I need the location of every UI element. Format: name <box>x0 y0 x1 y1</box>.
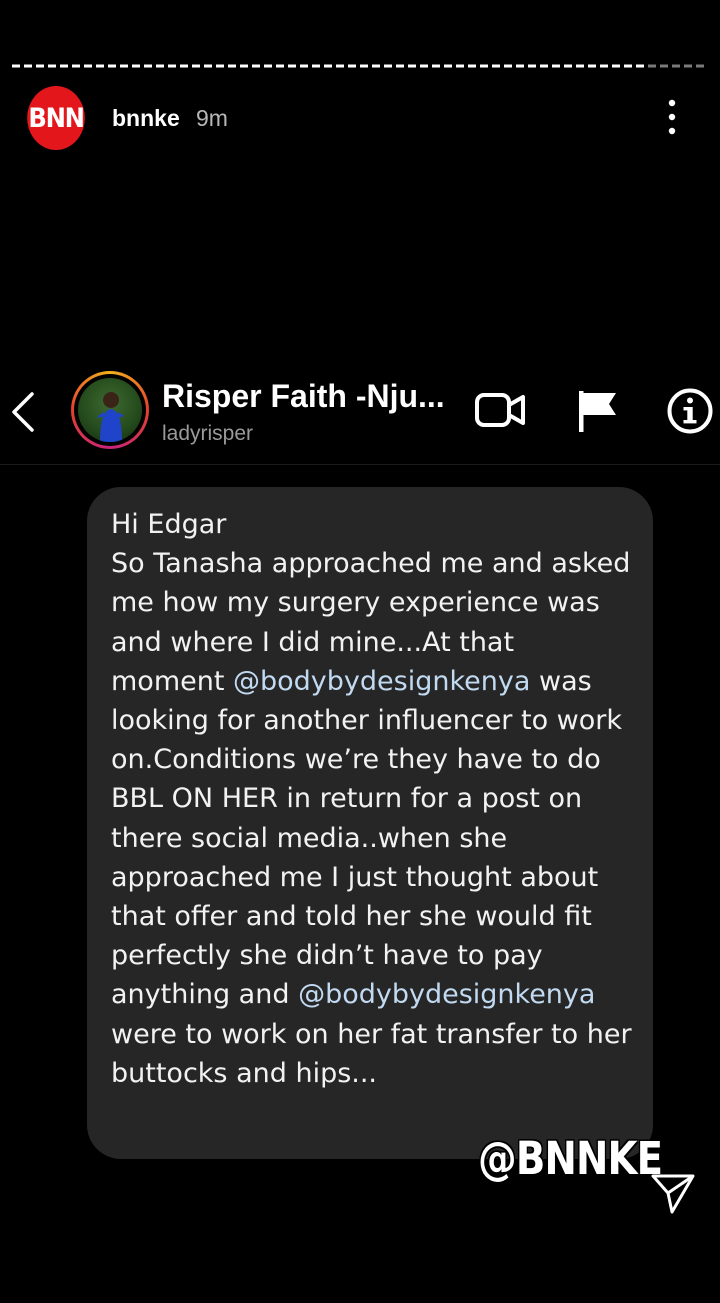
contact-handle: ladyrisper <box>162 422 254 445</box>
info-icon[interactable] <box>666 387 714 435</box>
watermark: @BNNKE <box>478 1132 663 1185</box>
message-body: So Tanasha approached me and asked me ho… <box>111 544 633 1093</box>
profile-avatar[interactable] <box>71 371 149 449</box>
profile-photo <box>78 378 142 442</box>
mention-link[interactable]: @bodybydesignkenya <box>298 979 595 1010</box>
message-greeting: Hi Edgar <box>111 509 227 540</box>
bnn-logo-avatar[interactable]: BNN <box>27 86 85 150</box>
message-text: was looking for another influencer to wo… <box>111 665 623 1011</box>
mention-link[interactable]: @bodybydesignkenya <box>233 666 530 697</box>
send-paper-plane-icon[interactable] <box>650 1172 696 1216</box>
flag-icon[interactable] <box>574 388 620 434</box>
more-vertical-icon[interactable] <box>662 99 682 135</box>
story-username[interactable]: bnnke <box>112 105 180 132</box>
contact-name[interactable]: Risper Faith -Nju... <box>162 378 454 415</box>
message-bubble[interactable]: Hi Edgar So Tanasha approached me and as… <box>87 487 653 1159</box>
dm-header: Risper Faith -Nju... ladyrisper <box>0 368 720 465</box>
message-text: were to work on her fat transfer to her … <box>111 1018 632 1089</box>
video-camera-icon[interactable] <box>474 390 528 430</box>
story-progress-bar <box>12 64 708 68</box>
story-header: BNN bnnke 9m <box>0 86 720 150</box>
back-chevron-icon[interactable] <box>6 388 42 436</box>
story-timestamp: 9m <box>196 105 228 131</box>
